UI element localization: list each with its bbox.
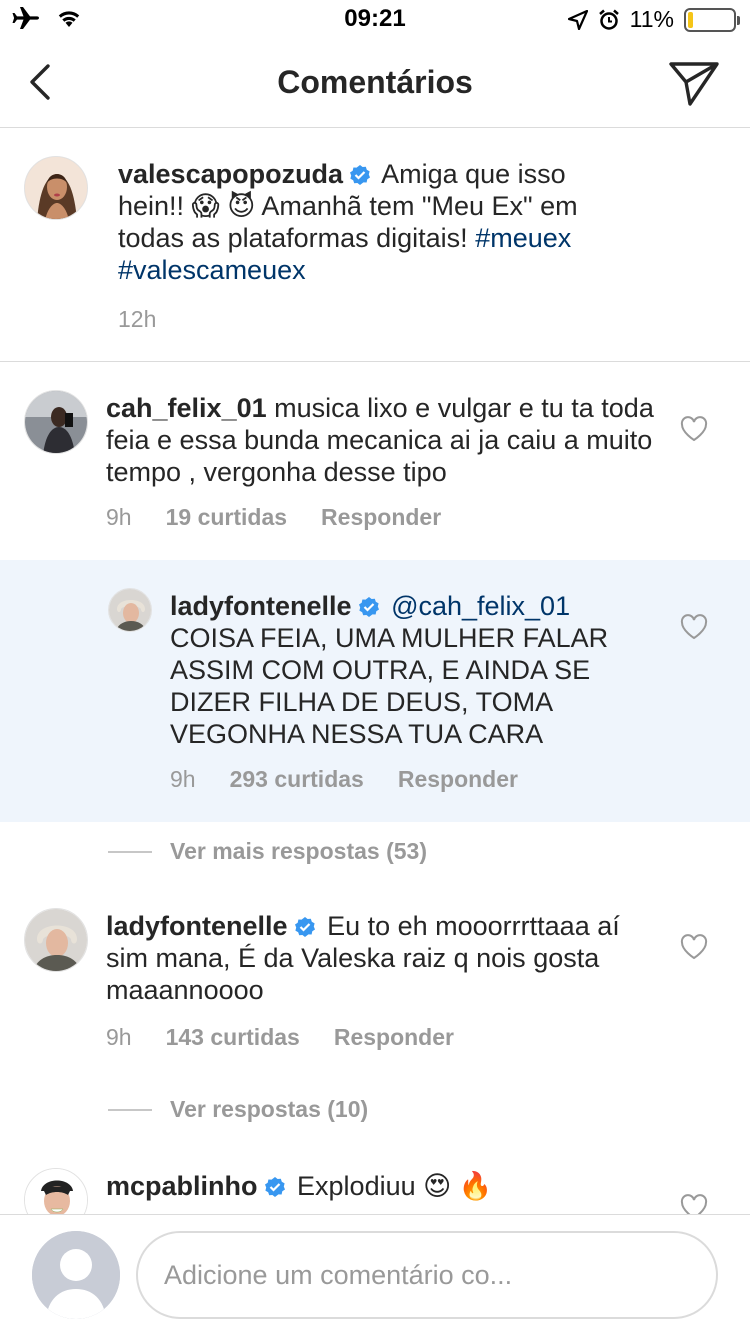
comment-text: mcpablinho Explodiuu 😍 🔥 — [106, 1170, 666, 1202]
verified-badge-icon — [264, 1177, 285, 1197]
avatar-ladyfontenelle-image — [109, 589, 151, 631]
like-heart-icon[interactable] — [680, 416, 708, 442]
replies-line-divider — [108, 850, 152, 853]
direct-send-icon[interactable] — [668, 60, 720, 108]
comment-timestamp: 9h — [106, 504, 132, 530]
back-chevron-icon[interactable] — [20, 60, 64, 104]
mention-link[interactable]: @cah_felix_01 — [391, 591, 570, 621]
comment-username[interactable]: ladyfontenelle — [106, 911, 288, 941]
caption-meta: 12h — [118, 306, 156, 333]
location-arrow-icon — [567, 9, 588, 30]
view-replies-label: Ver respostas (10) — [170, 1096, 369, 1122]
avatar-cah-felix-image — [25, 391, 87, 453]
battery-icon — [684, 7, 740, 32]
verified-badge-icon — [358, 597, 379, 617]
reply-username[interactable]: ladyfontenelle — [170, 591, 352, 621]
reply-meta: 9h 293 curtidas Responder — [170, 766, 518, 793]
comment-input[interactable] — [136, 1231, 718, 1319]
comment-text: cah_felix_01 musica lixo e vulgar e tu t… — [106, 392, 666, 488]
like-heart-icon[interactable] — [680, 614, 708, 640]
view-more-replies-button[interactable]: Ver mais respostas (53) — [108, 838, 427, 865]
like-heart-icon[interactable] — [680, 934, 708, 960]
comment-likes[interactable]: 19 curtidas — [166, 504, 287, 531]
replies-line-divider — [108, 1108, 152, 1111]
current-user-avatar — [32, 1231, 120, 1319]
caption-text: valescapopozuda Amiga que isso hein!! 😱 … — [118, 158, 630, 286]
like-heart-icon[interactable] — [680, 1194, 708, 1214]
avatar[interactable] — [24, 390, 88, 454]
reply-likes[interactable]: 293 curtidas — [230, 766, 364, 793]
comment-likes[interactable]: 143 curtidas — [166, 1024, 300, 1051]
battery-level — [688, 11, 693, 28]
caption-username[interactable]: valescapopozuda — [118, 159, 343, 189]
reply-button[interactable]: Responder — [321, 504, 441, 531]
reply-button[interactable]: Responder — [398, 766, 518, 793]
verified-badge-icon — [350, 165, 371, 185]
avatar[interactable] — [108, 588, 152, 632]
avatar[interactable] — [24, 908, 88, 972]
status-bar: 09:21 11% — [0, 0, 750, 40]
battery-percent: 11% — [629, 6, 674, 32]
nav-bar: Comentários — [0, 40, 750, 128]
comment-username[interactable]: mcpablinho — [106, 1171, 258, 1201]
hashtag-valescameuex[interactable]: #valescameuex — [118, 255, 306, 285]
avatar[interactable] — [24, 156, 88, 220]
comment-item: mcpablinho Explodiuu 😍 🔥 — [0, 1140, 750, 1214]
comment-meta: 9h 19 curtidas Responder — [106, 504, 441, 531]
reply-body: COISA FEIA, UMA MULHER FALAR ASSIM COM O… — [170, 623, 609, 749]
avatar[interactable] — [24, 1168, 88, 1214]
comment-meta: 9h 143 curtidas Responder — [106, 1024, 454, 1051]
comment-username[interactable]: cah_felix_01 — [106, 393, 267, 423]
comment-timestamp: 9h — [106, 1024, 132, 1050]
default-user-icon — [32, 1231, 120, 1319]
avatar-mcpablinho-image — [25, 1169, 87, 1214]
view-more-replies-label: Ver mais respostas (53) — [170, 838, 427, 864]
caption-timestamp: 12h — [118, 306, 157, 332]
avatar-ladyfontenelle-image — [25, 909, 87, 971]
avatar-valescapopozuda-image — [25, 157, 87, 219]
reply-text: ladyfontenelle @cah_felix_01 COISA FEIA,… — [170, 590, 650, 750]
alarm-icon — [598, 9, 619, 30]
comment-composer — [0, 1214, 750, 1334]
hashtag-meuex[interactable]: #meuex — [475, 223, 571, 253]
comment-body: Explodiuu 😍 🔥 — [297, 1171, 493, 1201]
comment-text: ladyfontenelle Eu to eh mooorrrttaaa aí … — [106, 910, 666, 1006]
page-title: Comentários — [277, 64, 473, 100]
comment-item: ladyfontenelle Eu to eh mooorrrttaaa aí … — [0, 880, 750, 1080]
caption: valescapopozuda Amiga que isso hein!! 😱 … — [0, 128, 750, 362]
verified-badge-icon — [294, 917, 315, 937]
comment-item: cah_felix_01 musica lixo e vulgar e tu t… — [0, 362, 750, 560]
view-replies-button[interactable]: Ver respostas (10) — [108, 1096, 368, 1123]
reply-item: ladyfontenelle @cah_felix_01 COISA FEIA,… — [0, 560, 750, 822]
reply-timestamp: 9h — [170, 766, 196, 792]
reply-button[interactable]: Responder — [334, 1024, 454, 1051]
